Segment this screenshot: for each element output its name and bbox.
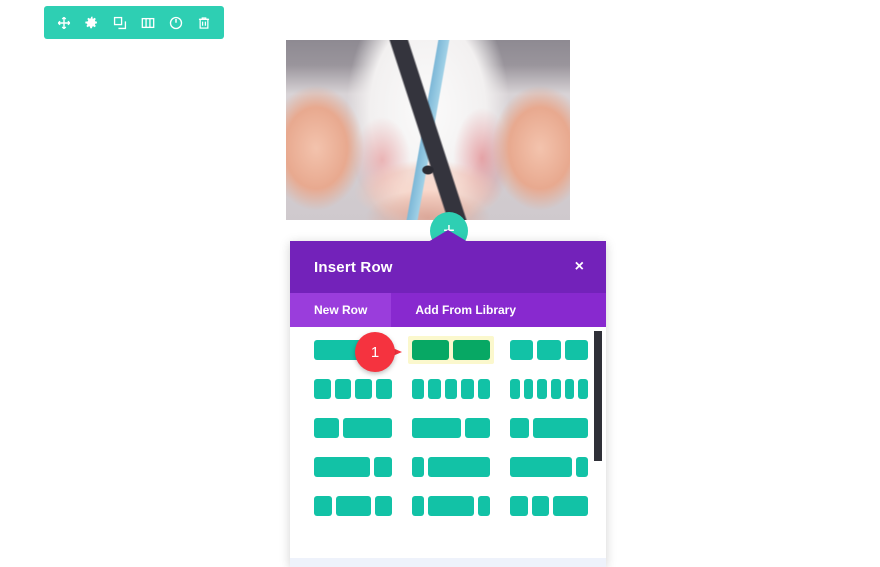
layout-grid <box>290 336 606 520</box>
layout-option-2.4-2.4-2.4-2.4-2.4[interactable] <box>408 375 494 403</box>
power-icon[interactable] <box>165 6 187 39</box>
modal-scrollbar-thumb[interactable] <box>594 331 602 461</box>
layout-column <box>314 379 331 399</box>
layout-option-4-4-4[interactable] <box>506 336 592 364</box>
layout-option-3-6-3[interactable] <box>310 492 396 520</box>
modal-scrollbar-track[interactable] <box>594 327 604 558</box>
content-column <box>286 40 570 220</box>
layout-column <box>342 418 392 438</box>
modal-tabs: New Row Add From Library <box>290 293 606 327</box>
layout-column <box>532 418 588 438</box>
layout-option-12[interactable] <box>310 336 396 364</box>
layout-column <box>575 457 588 477</box>
layout-column <box>453 340 490 360</box>
layout-column <box>564 340 588 360</box>
layout-column <box>355 379 372 399</box>
layout-column <box>412 496 424 516</box>
layout-column <box>428 457 490 477</box>
image-module[interactable] <box>286 40 570 220</box>
layout-column <box>427 496 475 516</box>
layout-column <box>314 457 370 477</box>
layout-column <box>551 379 561 399</box>
layout-grid-row <box>290 492 606 520</box>
layout-option-2-2-2-2-2-2[interactable] <box>506 375 592 403</box>
gear-icon[interactable] <box>81 6 103 39</box>
drone-photo <box>286 40 570 220</box>
layout-column <box>510 418 529 438</box>
layout-option-8-4[interactable] <box>408 414 494 442</box>
layout-column <box>510 496 528 516</box>
layout-column <box>444 379 458 399</box>
columns-icon[interactable] <box>137 6 159 39</box>
layout-column <box>537 379 548 399</box>
layout-column <box>531 496 549 516</box>
modal-arrow <box>428 230 468 242</box>
layout-column <box>537 340 561 360</box>
modal-footer-strip <box>290 558 606 567</box>
layout-column <box>375 379 392 399</box>
layout-column <box>578 379 589 399</box>
layout-option-4-8[interactable] <box>310 414 396 442</box>
layout-grid-row <box>290 375 606 403</box>
layout-column <box>374 496 392 516</box>
layout-option-3-9[interactable] <box>506 414 592 442</box>
layout-column <box>523 379 534 399</box>
layout-option-2-8-2[interactable] <box>408 492 494 520</box>
layout-column <box>314 496 332 516</box>
layout-column <box>510 379 520 399</box>
layout-column <box>412 457 425 477</box>
layout-column <box>510 457 572 477</box>
module-toolbar <box>44 6 224 39</box>
modal-title: Insert Row <box>314 258 393 276</box>
layout-column <box>477 379 491 399</box>
layout-option-2-10[interactable] <box>408 453 494 481</box>
layout-option-6-6[interactable] <box>408 336 494 364</box>
layout-column <box>553 496 588 516</box>
layout-column <box>412 340 449 360</box>
layout-grid-row <box>290 336 606 364</box>
layout-column <box>428 379 441 399</box>
layout-column <box>564 379 575 399</box>
tab-add-from-library[interactable]: Add From Library <box>391 293 540 327</box>
layout-column <box>478 496 491 516</box>
tab-new-row[interactable]: New Row <box>290 293 392 327</box>
layout-option-10-2[interactable] <box>506 453 592 481</box>
layout-column <box>373 457 392 477</box>
insert-row-modal: Insert Row × New Row Add From Library <box>290 230 606 567</box>
layout-column <box>335 496 371 516</box>
trash-icon[interactable] <box>193 6 215 39</box>
layout-option-9-3[interactable] <box>310 453 396 481</box>
modal-body <box>290 327 606 558</box>
layout-column <box>461 379 474 399</box>
layout-column <box>314 418 339 438</box>
layout-column <box>412 379 425 399</box>
layout-column <box>314 340 392 360</box>
move-icon[interactable] <box>53 6 75 39</box>
layout-column <box>465 418 490 438</box>
duplicate-icon[interactable] <box>109 6 131 39</box>
layout-column <box>510 340 534 360</box>
layout-column <box>412 418 462 438</box>
layout-column <box>334 379 351 399</box>
layout-grid-row <box>290 414 606 442</box>
layout-option-3-3-6[interactable] <box>506 492 592 520</box>
close-icon[interactable]: × <box>575 259 584 275</box>
layout-grid-row <box>290 453 606 481</box>
modal-header: Insert Row × <box>290 241 606 293</box>
layout-option-3-3-3-3[interactable] <box>310 375 396 403</box>
